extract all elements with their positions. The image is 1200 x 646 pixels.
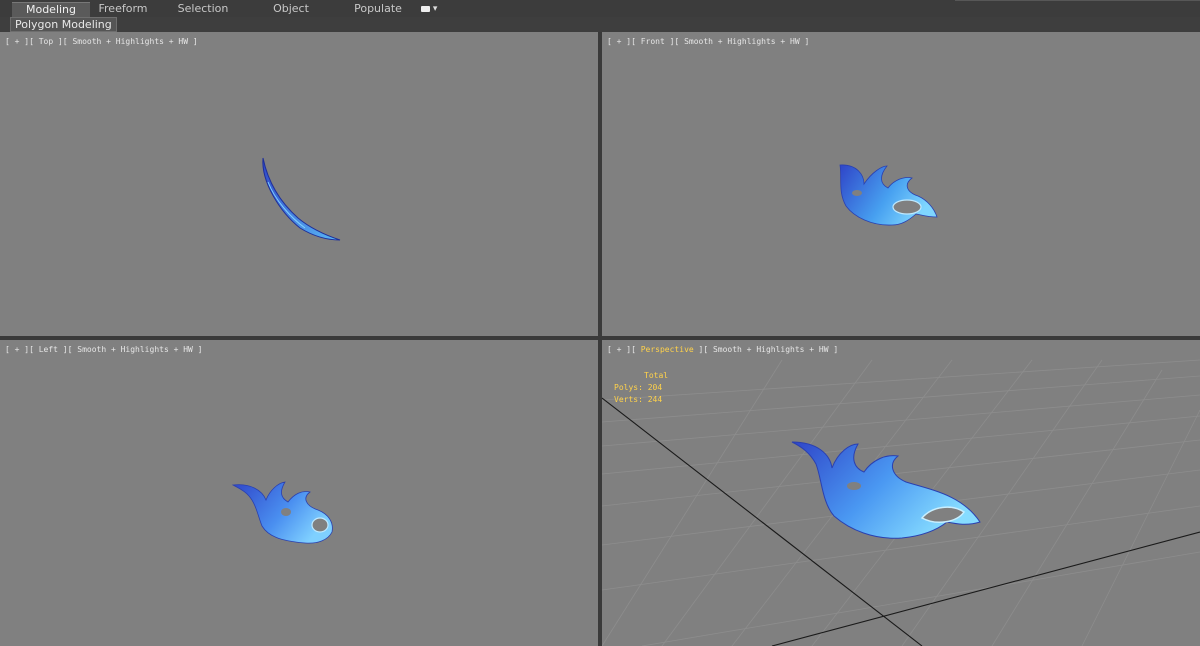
viewport-perspective[interactable]: [ + ][ Perspective ][ Smooth + Highlight… — [602, 340, 1200, 646]
tab-modeling[interactable]: Modeling — [12, 2, 90, 17]
viewport-left[interactable]: [ + ][ Left ][ Smooth + Highlights + HW … — [0, 340, 598, 646]
mask-model-left-view — [231, 481, 333, 544]
camera-icon — [421, 5, 430, 12]
stats-verts: Verts: 244 — [614, 395, 663, 404]
mask-model-top-view — [262, 157, 341, 241]
polygon-modeling-tab[interactable]: Polygon Modeling — [10, 17, 117, 32]
ribbon-options-dropdown[interactable]: ▾ — [421, 4, 441, 14]
tab-populate[interactable]: Populate — [352, 2, 404, 16]
viewport-top[interactable]: [ + ][ Top ][ Smooth + Highlights + HW ] — [0, 32, 598, 336]
tab-selection[interactable]: Selection — [176, 2, 230, 16]
viewport-front[interactable]: [ + ][ Front ][ Smooth + Highlights + HW… — [602, 32, 1200, 336]
ribbon-divider — [955, 0, 1200, 1]
stats-header: Total — [644, 371, 669, 380]
tab-object-paint[interactable]: Object Paint — [258, 2, 324, 29]
ribbon-tabs: Modeling Freeform Selection Object Paint… — [0, 0, 1200, 29]
mask-model-perspective-view — [791, 441, 981, 539]
statistics-overlay: Total Polys: 204 Verts: 244 — [614, 370, 668, 406]
tab-freeform[interactable]: Freeform — [96, 2, 150, 16]
ribbon-subpanel-bar: Polygon Modeling — [0, 17, 1200, 32]
viewport-label-perspective[interactable]: [ + ][ Perspective ][ Smooth + Highlight… — [607, 345, 838, 355]
mask-model-front-view — [839, 164, 938, 226]
stats-polys: Polys: 204 — [614, 383, 663, 392]
